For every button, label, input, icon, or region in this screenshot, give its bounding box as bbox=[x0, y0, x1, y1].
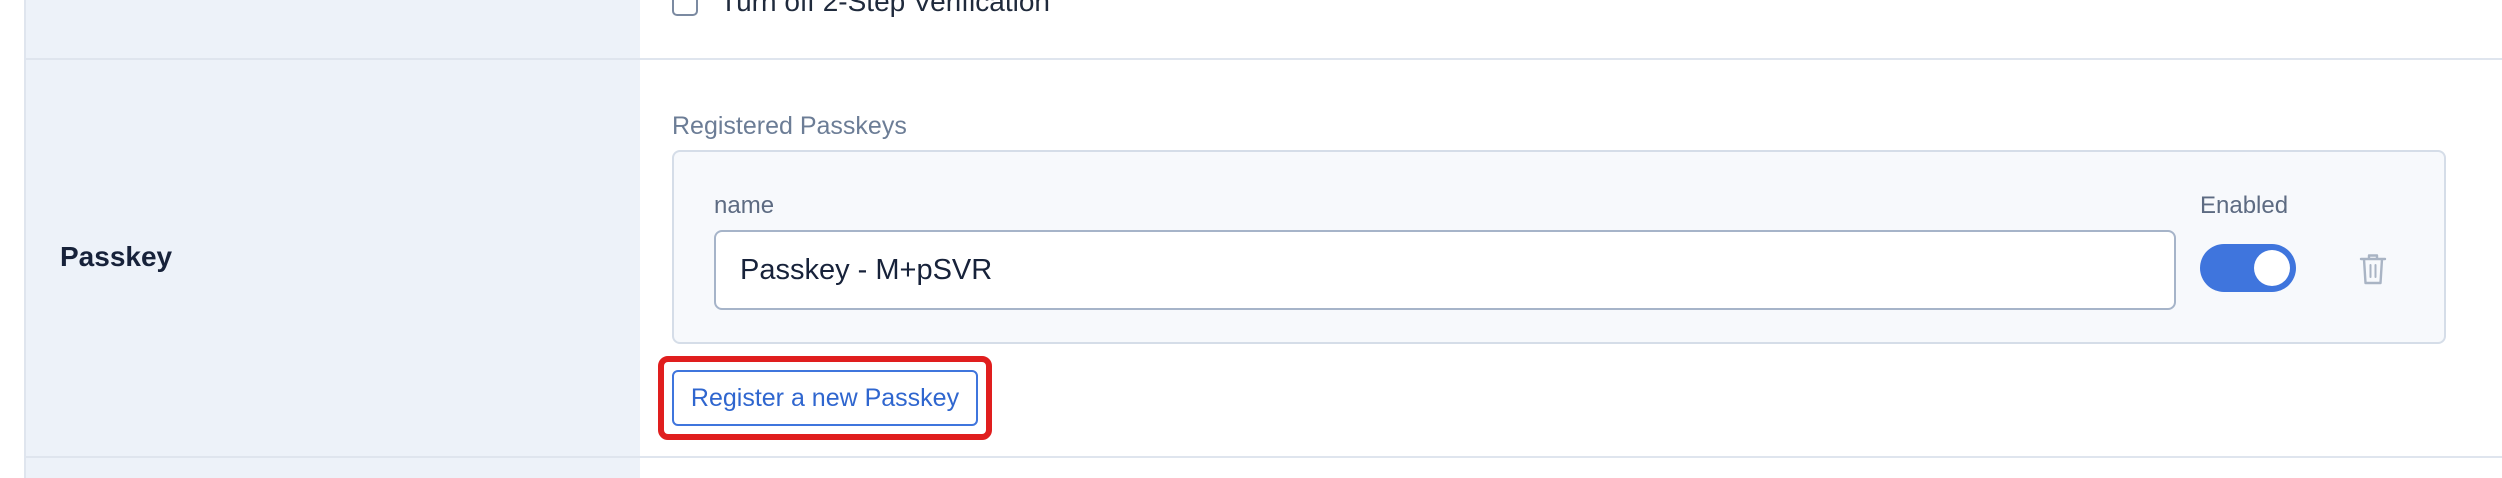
passkey-item-card: name Enabled bbox=[672, 150, 2446, 344]
toggle-knob bbox=[2254, 250, 2290, 286]
passkey-enabled-toggle[interactable] bbox=[2200, 244, 2296, 292]
two-step-row: Turn off 2-Step Verification bbox=[26, 0, 2502, 60]
passkey-name-label: name bbox=[714, 192, 775, 219]
two-step-label-column bbox=[26, 0, 640, 58]
turn-off-two-step-label[interactable]: Turn off 2-Step Verification bbox=[720, 0, 1050, 18]
passkey-row: Passkey Registered Passkeys name Enabled… bbox=[26, 60, 2502, 458]
passkey-name-input[interactable] bbox=[714, 230, 2176, 310]
turn-off-two-step-checkbox[interactable] bbox=[672, 0, 698, 16]
passkey-enabled-label: Enabled bbox=[2200, 192, 2289, 219]
next-row-label-column bbox=[26, 458, 640, 478]
registered-passkeys-label: Registered Passkeys bbox=[672, 112, 907, 140]
trash-icon[interactable] bbox=[2358, 252, 2388, 286]
passkey-section-title: Passkey bbox=[60, 241, 173, 272]
register-passkey-button[interactable]: Register a new Passkey bbox=[672, 370, 978, 426]
settings-frame: Turn off 2-Step Verification Passkey Reg… bbox=[24, 0, 2502, 478]
